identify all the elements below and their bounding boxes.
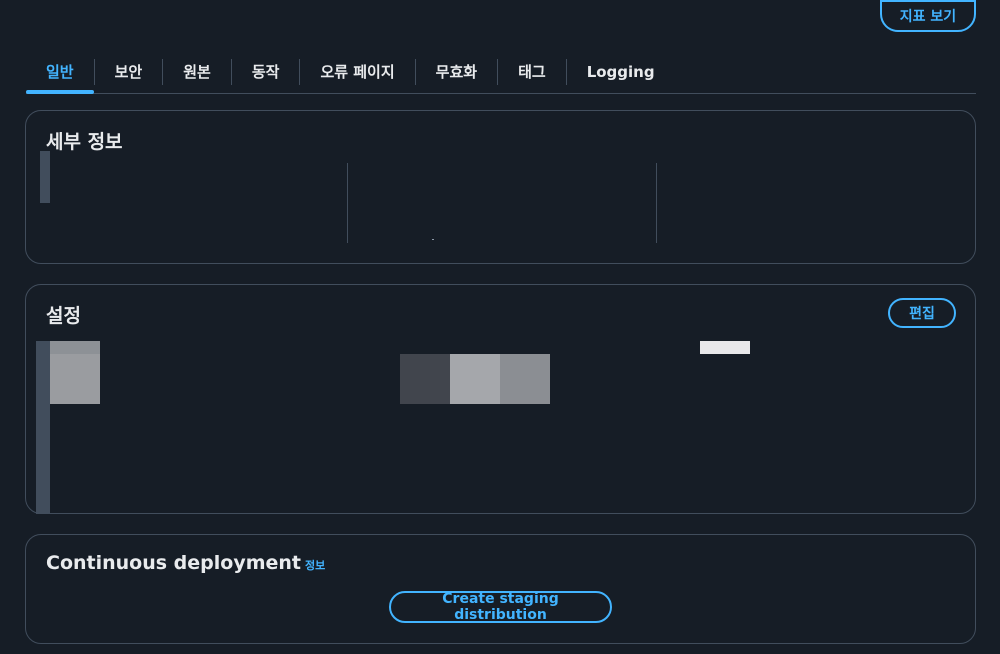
tab-invalidations[interactable]: 무효화 — [416, 50, 497, 93]
page-frame: 지표 보기 일반 보안 원본 동작 오류 페이지 무효화 태그 Logging … — [0, 0, 1000, 654]
loading-placeholder — [450, 354, 500, 404]
loading-placeholder — [50, 341, 100, 354]
details-panel: 세부 정보 — [25, 110, 976, 264]
loading-placeholder — [50, 354, 100, 404]
create-staging-distribution-button[interactable]: Create staging distribution — [389, 591, 612, 623]
tab-security[interactable]: 보안 — [95, 50, 163, 93]
column-divider — [656, 163, 657, 243]
loading-placeholder — [400, 354, 450, 404]
settings-panel: 설정 편집 — [25, 284, 976, 514]
continuous-deployment-title: Continuous deployment — [46, 552, 302, 574]
view-metrics-button[interactable]: 지표 보기 — [880, 0, 976, 32]
details-title: 세부 정보 — [46, 131, 123, 153]
placeholder-dot — [432, 239, 434, 240]
tab-tags[interactable]: 태그 — [498, 50, 566, 93]
tab-origins[interactable]: 원본 — [163, 50, 231, 93]
loading-placeholder — [36, 341, 50, 514]
column-divider — [347, 163, 348, 243]
edit-button[interactable]: 편집 — [888, 298, 956, 328]
settings-title: 설정 — [46, 305, 81, 327]
info-link[interactable]: 정보 — [305, 559, 325, 572]
loading-placeholder — [700, 341, 750, 354]
tab-general[interactable]: 일반 — [26, 50, 94, 94]
tab-logging[interactable]: Logging — [567, 50, 675, 93]
continuous-deployment-panel: Continuous deployment 정보 Create staging d… — [25, 534, 976, 644]
tab-bar: 일반 보안 원본 동작 오류 페이지 무효화 태그 Logging — [26, 50, 976, 94]
continuous-deployment-heading: Continuous deployment 정보 — [46, 552, 325, 574]
loading-placeholder — [500, 354, 550, 404]
tab-error-pages[interactable]: 오류 페이지 — [300, 50, 414, 93]
tab-behaviors[interactable]: 동작 — [232, 50, 300, 93]
loading-placeholder — [40, 151, 50, 203]
